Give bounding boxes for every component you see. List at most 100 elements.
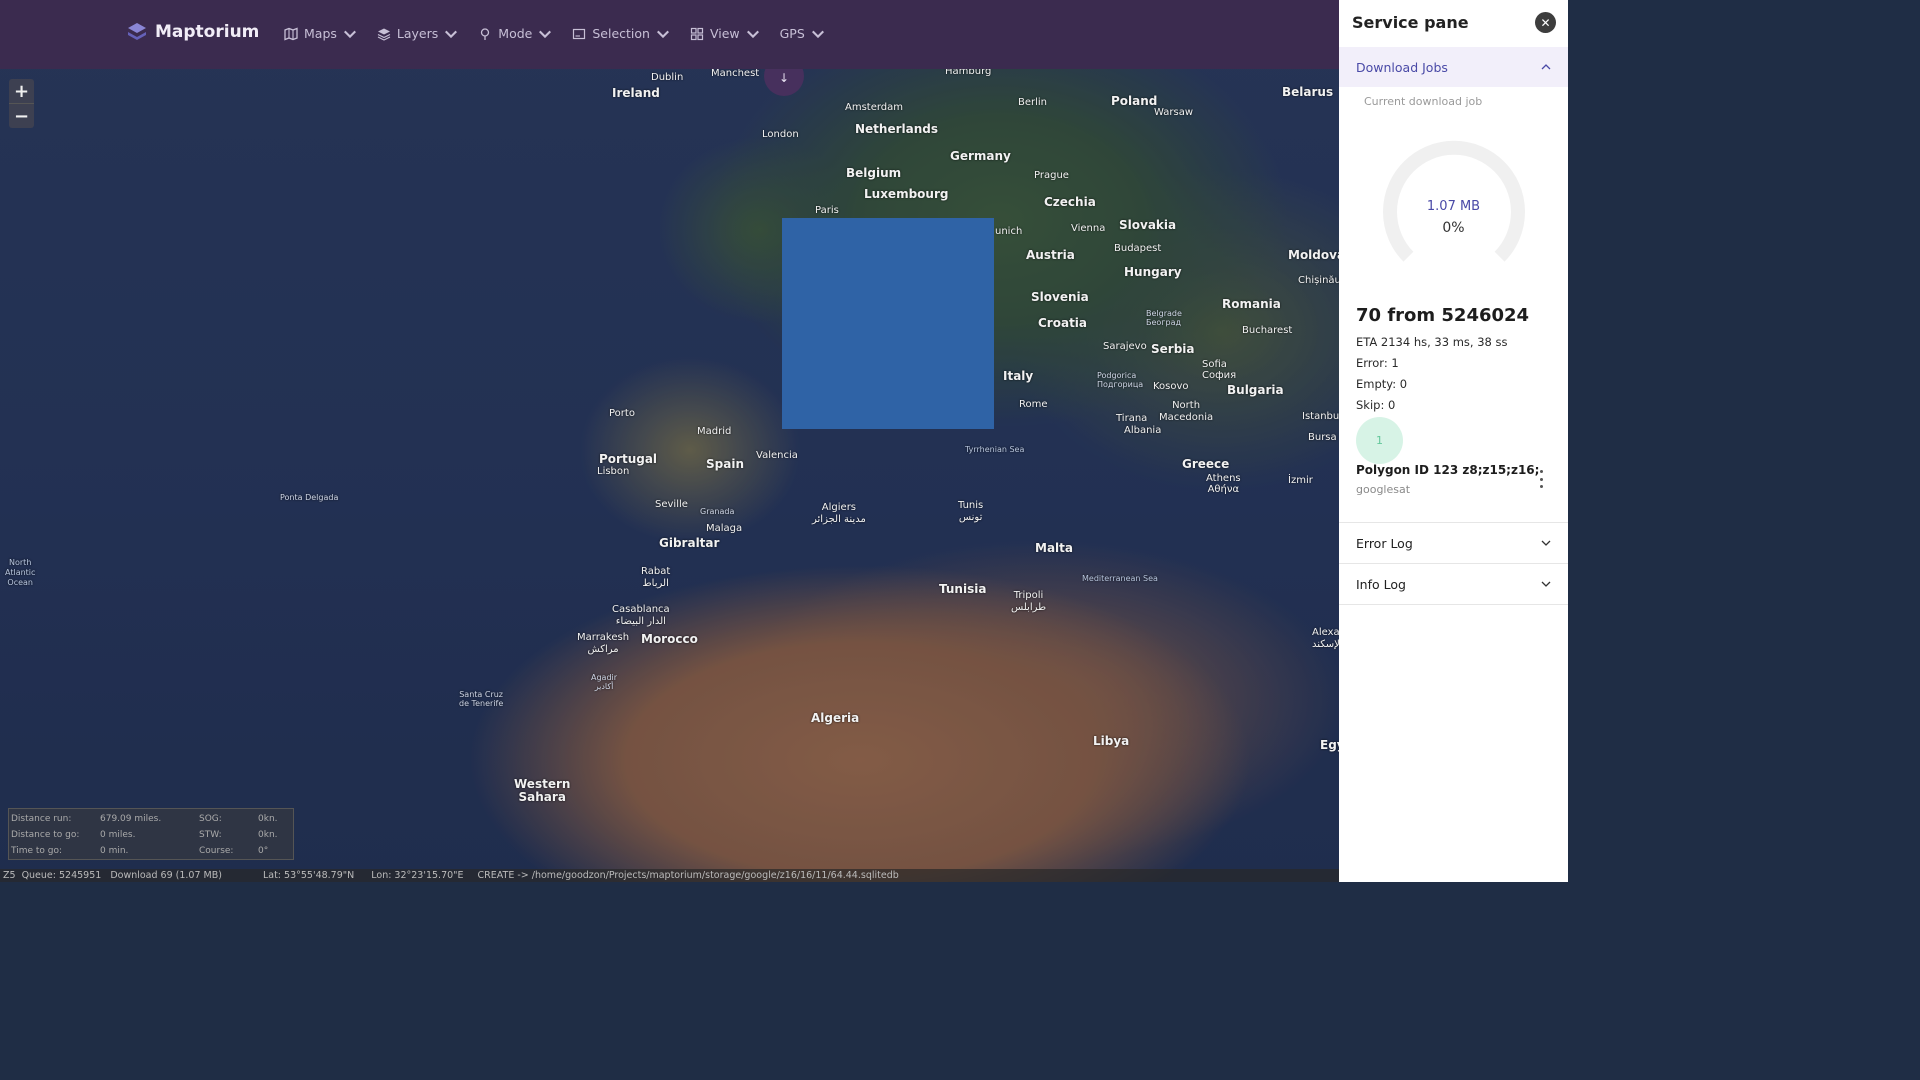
menu-selection[interactable]: Selection xyxy=(572,26,670,41)
distance-run-value: 679.09 miles. xyxy=(100,813,162,824)
app-brand[interactable]: Maptorium xyxy=(127,22,259,42)
job-avatar: 1 xyxy=(1356,417,1403,464)
job-skip-count: Skip: 0 xyxy=(1356,398,1396,412)
pane-title: Service pane xyxy=(1352,13,1469,32)
map-label: Rabat الرباط xyxy=(641,566,671,589)
map-canvas[interactable]: Dublin Ireland Manchest London Hamburg A… xyxy=(0,0,1339,882)
layers-icon xyxy=(377,28,391,41)
course-value: 0° xyxy=(258,845,269,856)
map-label: Manchest xyxy=(711,68,760,79)
map-label: Tunis تونس xyxy=(958,500,984,523)
map-label: Belgrade Београд xyxy=(1146,309,1182,327)
map-label: İzmir xyxy=(1288,475,1313,486)
map-label: Granada xyxy=(700,507,735,516)
chevron-down-icon xyxy=(343,30,356,38)
map-label: Spain xyxy=(706,457,744,471)
map-label: Vienna xyxy=(1071,223,1106,234)
map-label: Luxembourg xyxy=(864,187,949,201)
map-label: Santa Cruz de Tenerife xyxy=(459,690,504,708)
map-label: North Macedonia xyxy=(1159,400,1214,423)
map-label: Hungary xyxy=(1124,265,1182,279)
job-name: Polygon ID 123 z8;z15;z16; xyxy=(1356,463,1540,477)
map-label: Libya xyxy=(1093,734,1130,748)
map-label: Netherlands xyxy=(855,122,939,136)
chevron-down-icon xyxy=(1541,581,1551,587)
grid-icon xyxy=(690,27,704,40)
chevron-up-icon xyxy=(1541,64,1551,70)
distance-to-go-label: Distance to go: xyxy=(11,829,80,840)
map-label: Valencia xyxy=(756,450,798,461)
menu-maps[interactable]: Maps xyxy=(284,26,357,41)
map-label: Porto xyxy=(609,408,635,419)
info-log-label: Info Log xyxy=(1356,576,1406,592)
zoom-out-button[interactable]: − xyxy=(9,103,34,128)
logo-icon xyxy=(128,23,146,40)
map-label: Gibraltar xyxy=(659,536,720,550)
map-label: Istanbu xyxy=(1302,411,1339,422)
top-navbar: Maptorium Maps Layers Mode Selection Vie… xyxy=(0,0,1339,69)
map-label: Agadir أكادير xyxy=(591,673,618,691)
map-label: Western Sahara xyxy=(514,777,571,804)
error-log-label: Error Log xyxy=(1356,535,1413,551)
chevron-down-icon xyxy=(1541,540,1551,546)
close-icon: ✕ xyxy=(1540,15,1551,30)
map-label: Tripoli طرابلس xyxy=(1011,590,1047,613)
status-lon: Lon: 32°23'15.70"E xyxy=(371,870,464,881)
map-label: Belgium xyxy=(846,166,902,180)
map-label: Italy xyxy=(1003,369,1034,383)
info-log-header[interactable]: Info Log xyxy=(1339,564,1568,604)
map-label: Algeria xyxy=(811,711,860,725)
map-label: Poland xyxy=(1111,94,1158,108)
map-label: Algiers مدينة الجزائر xyxy=(812,502,866,525)
map-label: Tirana xyxy=(1116,413,1148,424)
menu-gps[interactable]: GPS xyxy=(780,26,825,41)
map-label: Chișinău xyxy=(1298,275,1339,286)
chevron-down-icon xyxy=(539,30,552,38)
status-create: CREATE -> /home/goodzon/Projects/maptori… xyxy=(477,870,899,881)
map-label: Prague xyxy=(1034,170,1069,181)
map-label: Paris xyxy=(815,205,839,216)
map-label: Marrakesh مراكش xyxy=(577,632,630,655)
gps-route-info: Distance run: 679.09 miles. SOG: 0kn. Di… xyxy=(8,808,294,860)
course-label: Course: xyxy=(199,845,234,856)
zoom-in-button[interactable]: + xyxy=(9,79,34,103)
map-label: Kosovo xyxy=(1153,381,1189,392)
main-nav: Maps Layers Mode Selection View GPS xyxy=(284,26,825,41)
menu-selection-label: Selection xyxy=(592,26,650,41)
map-label: Malta xyxy=(1035,541,1073,555)
download-jobs-header[interactable]: Download Jobs xyxy=(1339,47,1568,87)
download-jobs-label: Download Jobs xyxy=(1356,59,1448,75)
map-label: Bursa xyxy=(1308,432,1337,443)
error-log-header[interactable]: Error Log xyxy=(1339,523,1568,563)
status-zoom: Z5 xyxy=(3,870,16,881)
sog-label: SOG: xyxy=(199,813,222,824)
map-label: Romania xyxy=(1222,297,1281,311)
map-label: Slovenia xyxy=(1031,290,1089,304)
map-label: Greece xyxy=(1182,457,1230,471)
kebab-dot xyxy=(1539,477,1543,481)
chevron-down-icon xyxy=(746,30,759,38)
menu-view[interactable]: View xyxy=(690,26,760,41)
map-label: Podgorica Подгорица xyxy=(1097,371,1144,389)
job-progress-count: 70 from 5246024 xyxy=(1356,305,1530,326)
job-menu-button[interactable] xyxy=(1535,470,1547,488)
sog-value: 0kn. xyxy=(258,813,278,824)
status-bar: Z5 Queue: 5245951 Download 69 (1.07 MB) … xyxy=(0,869,1339,882)
map-label: Moldova xyxy=(1288,248,1339,262)
close-pane-button[interactable]: ✕ xyxy=(1535,12,1556,33)
map-label: Croatia xyxy=(1038,316,1088,330)
menu-mode[interactable]: Mode xyxy=(478,26,552,41)
map-label: Amsterdam xyxy=(845,102,904,113)
chevron-down-icon xyxy=(445,30,458,38)
job-error-count: Error: 1 xyxy=(1356,356,1399,370)
map-label: Austria xyxy=(1026,248,1075,262)
map-label: Madrid xyxy=(697,426,732,437)
map-label: Casablanca الدار البيضاء xyxy=(612,604,670,627)
selection-rectangle[interactable] xyxy=(782,218,994,429)
menu-mode-label: Mode xyxy=(498,26,533,41)
app-name: Maptorium xyxy=(155,22,260,42)
map-label: Morocco xyxy=(641,632,698,646)
chevron-down-icon xyxy=(811,30,824,38)
menu-layers[interactable]: Layers xyxy=(377,26,458,41)
map-label: Lisbon xyxy=(597,466,630,477)
